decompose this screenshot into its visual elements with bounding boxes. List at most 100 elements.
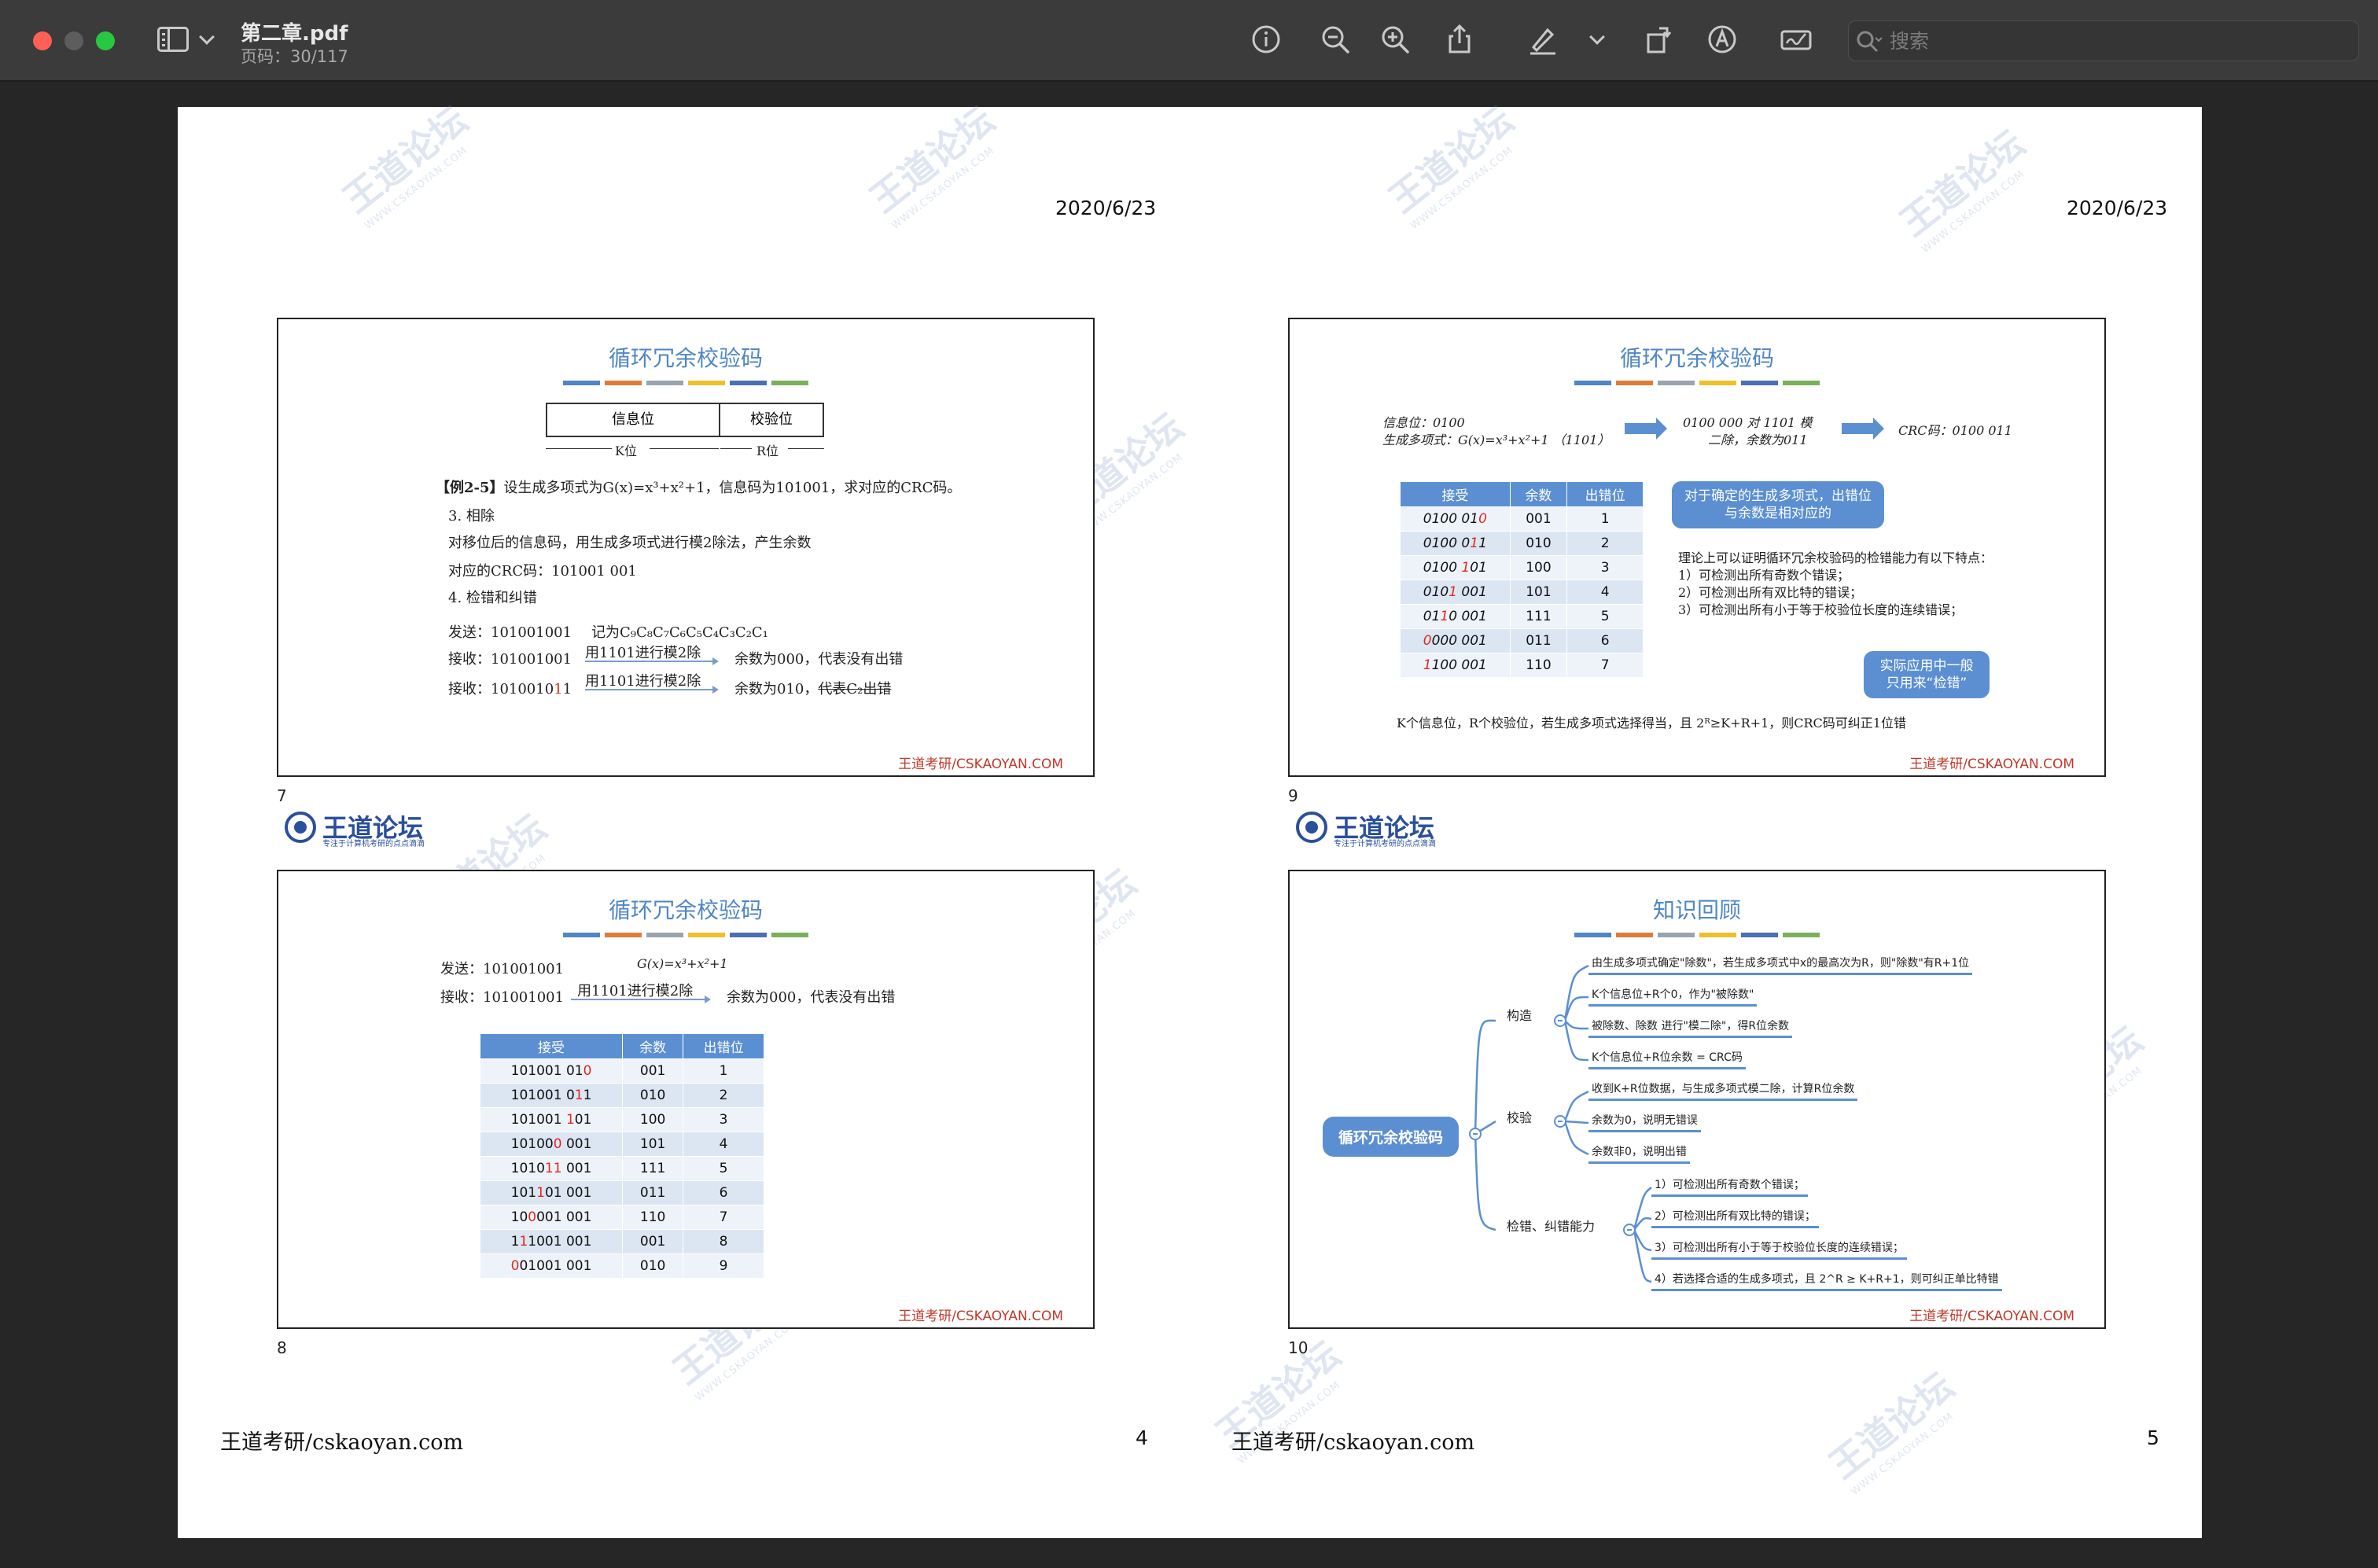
footer-page-right: 5: [2147, 1426, 2159, 1449]
highlight-pen-icon[interactable]: [1526, 22, 1560, 57]
k-span-line: [650, 448, 719, 449]
slide-date-right: 2020/6/23: [2067, 197, 2168, 219]
remainder-cell: 111: [622, 1156, 684, 1181]
slide-credit: 王道考研/CSKAOYAN.COM: [1909, 1309, 2074, 1324]
search-input[interactable]: [1890, 21, 2330, 61]
leaf: K个信息位+R位余数 = CRC码: [1588, 1049, 1746, 1069]
arrow: [571, 996, 711, 1003]
received-code-cell: 0000 001: [1400, 628, 1511, 653]
error-position-cell: 9: [683, 1253, 764, 1279]
receive-op-2: 用1101进行模2除: [585, 673, 701, 690]
chevron-down-icon[interactable]: [199, 29, 215, 45]
division-line-1: 0100 000 对 1101 模: [1683, 415, 1813, 430]
rotate-icon[interactable]: [1642, 22, 1677, 57]
slide-title: 循环冗余校验码: [608, 897, 763, 923]
watermark: 王道论坛WWW.CSKAOYAN.COM: [335, 98, 476, 233]
receive-op: 用1101进行模2除: [577, 983, 694, 999]
watermark: 王道论坛WWW.CSKAOYAN.COM: [1892, 122, 2033, 256]
slide-credit: 王道考研/CSKAOYAN.COM: [898, 1309, 1063, 1324]
crc-result: 对应的CRC码：101001 001: [448, 563, 637, 580]
signature-icon[interactable]: [1779, 22, 1813, 57]
step3-text: 对移位后的信息码，用生成多项式进行模2除法，产生余数: [448, 535, 812, 551]
branch-construct: 构造: [1507, 1008, 1533, 1023]
branch-capability: 检错、纠错能力: [1507, 1219, 1596, 1234]
zoom-in-icon[interactable]: [1378, 22, 1412, 57]
maximize-window-button[interactable]: [96, 31, 115, 50]
document-viewport[interactable]: 王道论坛 WWW.CSKAOYAN.COM 王道论坛 WWW.CSKAOYAN.CO…: [0, 83, 2378, 1568]
received-code-cell: 101000 001: [479, 1132, 624, 1157]
received-code-cell: 1100 001: [1400, 653, 1511, 678]
markup-dropdown-chevron-icon[interactable]: [1589, 29, 1605, 45]
receive-line-2: 接收：101001011: [448, 681, 572, 698]
received-code-cell: 0100 011: [1400, 531, 1511, 556]
table-row: 1100 001 110 7: [1400, 653, 1644, 678]
watermark: 王道论坛WWW.CSKAOYAN.COM: [1381, 98, 1522, 233]
logo-icon: [1296, 812, 1327, 843]
remainder-cell: 010: [1509, 531, 1568, 556]
send-note: 记为C₉C₈C₇C₆C₅C₄C₃C₂C₁: [591, 624, 768, 641]
slide-title: 循环冗余校验码: [608, 345, 763, 371]
error-position-table: 接受 余数 出错位 101001 010 001 1 101001 011 010 2 1010…: [479, 1033, 764, 1279]
collapse-toggle-icon[interactable]: [1469, 1128, 1482, 1140]
received-code-cell: 111001 001: [479, 1229, 624, 1254]
table-row: 101001 101 100 3: [479, 1107, 764, 1132]
collapse-toggle-icon[interactable]: [1554, 1014, 1566, 1027]
remainder-cell: 010: [622, 1253, 684, 1279]
remainder-cell: 011: [1509, 628, 1568, 653]
info-icon[interactable]: [1249, 22, 1283, 57]
col-header: 出错位: [1566, 481, 1644, 507]
error-position-cell: 1: [683, 1058, 764, 1084]
sidebar-toggle-icon[interactable]: [157, 27, 189, 52]
arrow: [1842, 418, 1884, 440]
page-indicator: 页码：30/117: [241, 47, 348, 66]
arrow: [585, 686, 719, 694]
table-row: 101000 001 101 4: [479, 1132, 764, 1157]
collapse-toggle-icon[interactable]: [1623, 1224, 1636, 1236]
footer-site-left: 王道考研/cskaoyan.com: [220, 1430, 464, 1455]
collapse-toggle-icon[interactable]: [1554, 1115, 1566, 1128]
branch-verify: 校验: [1507, 1110, 1533, 1125]
slide-number: 9: [1288, 786, 1298, 805]
col-header: 余数: [1509, 481, 1568, 507]
theory-point-1: 1）可检测出所有奇数个错误；: [1678, 568, 1850, 583]
received-code-cell: 101001 011: [479, 1083, 624, 1108]
example-line: 【例2-5】设生成多项式为G(x)=x³+x²+1，信息码为101001，求对应…: [436, 480, 962, 496]
received-code-cell: 100001 001: [479, 1205, 624, 1230]
watermark: 王道论坛WWW.CSKAOYAN.COM: [1821, 1364, 1962, 1499]
received-code-cell: 0100 010: [1400, 506, 1511, 532]
error-position-cell: 7: [683, 1205, 764, 1230]
frame-check-box: 校验位: [719, 403, 824, 437]
leaf: 4）若选择合适的生成多项式，且 2^R ≥ K+R+1，则可纠正单比特错: [1651, 1271, 2002, 1291]
error-position-cell: 5: [1566, 604, 1644, 629]
theory-text: 理论上可以证明循环冗余校验码的检错能力有以下特点：: [1678, 550, 1993, 565]
error-position-cell: 1: [1566, 506, 1644, 532]
received-code-cell: 101101 001: [479, 1180, 624, 1205]
zoom-out-icon[interactable]: [1318, 22, 1353, 57]
error-position-cell: 8: [683, 1229, 764, 1254]
leaf: K个信息位+R个0，作为"被除数": [1588, 986, 1758, 1007]
close-window-button[interactable]: [33, 31, 52, 50]
receive-result: 余数为000，代表没有出错: [727, 989, 896, 1006]
slide-8: 循环冗余校验码 发送：101001001 G(x)=x³+x²+1 接收：101…: [277, 870, 1095, 1329]
error-position-cell: 2: [683, 1083, 764, 1108]
received-code-cell: 101001 101: [479, 1107, 624, 1132]
share-icon[interactable]: [1442, 22, 1477, 57]
markup-icon[interactable]: [1705, 22, 1739, 57]
slide-10: 知识回顾 循环冗余校验码 构造 由生成多项式确定"除数"，若生成多项式中x的最高…: [1288, 870, 2106, 1329]
r-span-line: [788, 448, 824, 449]
remainder-cell: 011: [622, 1180, 684, 1205]
leaf: 1）可检测出所有奇数个错误；: [1651, 1176, 1808, 1197]
remainder-cell: 110: [1509, 653, 1568, 678]
received-code-cell: 001001 001: [479, 1253, 624, 1279]
error-position-cell: 2: [1566, 531, 1644, 556]
arrow: [1625, 418, 1667, 440]
title-color-bars: [563, 381, 808, 385]
search-field[interactable]: [1848, 20, 2359, 61]
slide-credit: 王道考研/CSKAOYAN.COM: [898, 756, 1063, 772]
slide-7: 循环冗余校验码 信息位 校验位 K位 R位 【例2-5】设生成多项式为G(x)=…: [277, 318, 1095, 777]
col-header: 余数: [622, 1033, 684, 1059]
slide-credit: 王道考研/CSKAOYAN.COM: [1909, 756, 2074, 772]
remainder-cell: 100: [622, 1107, 684, 1132]
table-row: 0100 010 001 1: [1400, 506, 1644, 532]
minimize-window-button[interactable]: [64, 31, 83, 50]
